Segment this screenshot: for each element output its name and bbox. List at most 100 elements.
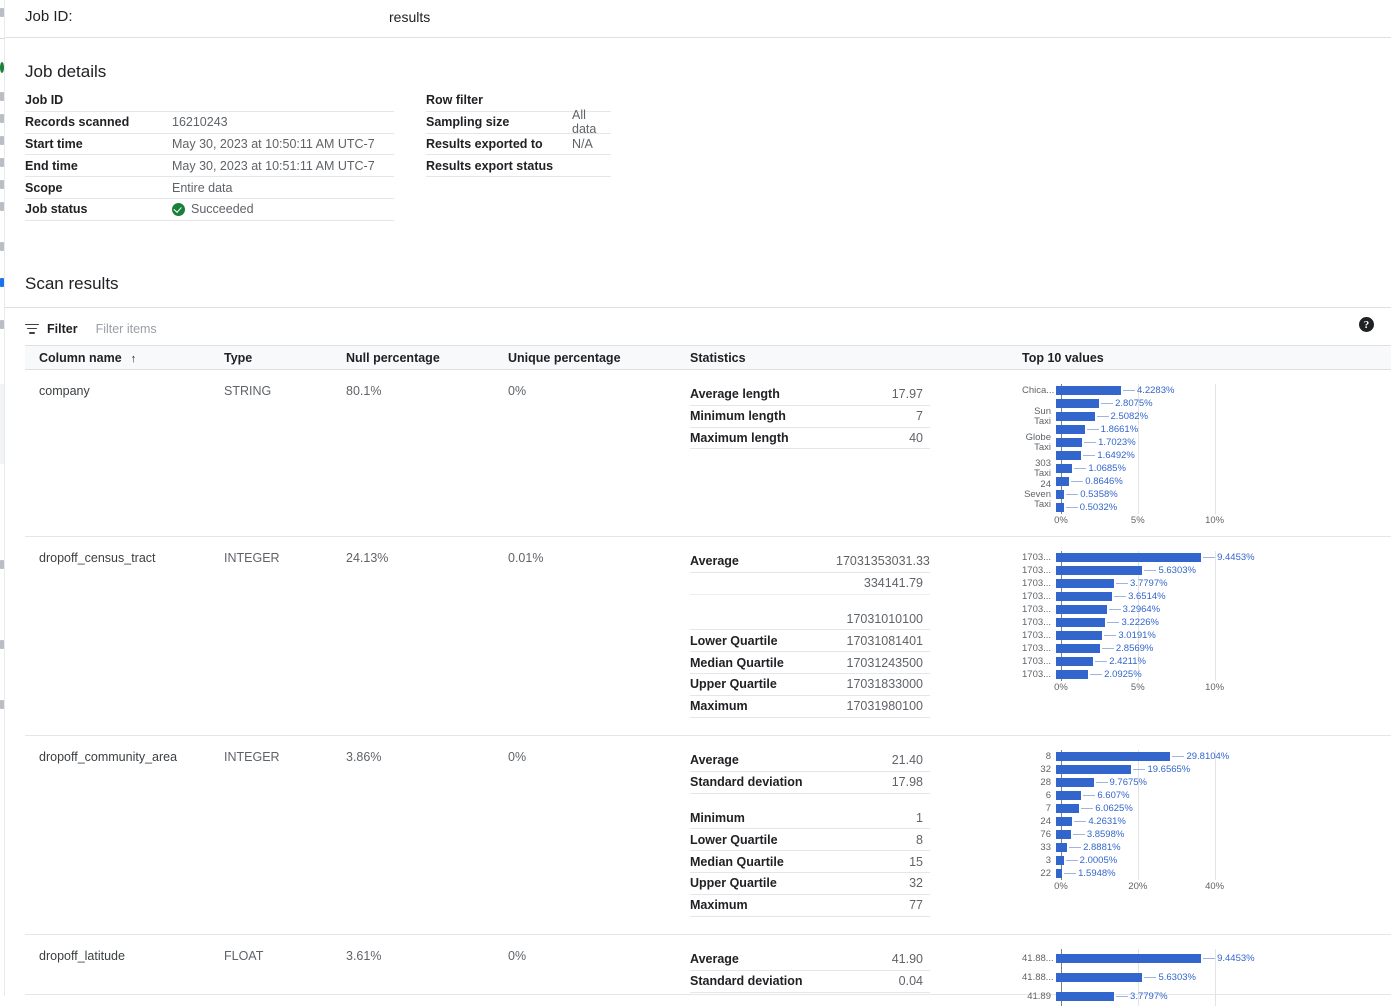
chart-plot-area: 1703...9.4453%1703...5.6303%1703...3.779…	[1022, 551, 1391, 681]
table-header-row: Column name↑ Type Null percentage Unique…	[25, 345, 1391, 370]
chart-x-tick-label: 5%	[1131, 515, 1145, 526]
chart-bar	[1056, 657, 1093, 666]
stat-key: Lower Quartile	[690, 634, 836, 648]
chart-category-label: 7	[1022, 804, 1056, 814]
chart-value-text: 3.2964%	[1123, 604, 1161, 615]
cell-null-percentage: 80.1%	[346, 370, 508, 536]
chart-bar	[1056, 425, 1085, 434]
chart-value-text: 2.8881%	[1083, 842, 1121, 853]
chart-x-tick-label: 40%	[1205, 881, 1224, 892]
column-header-type[interactable]: Type	[224, 351, 346, 365]
chart-category-label: 1703...	[1022, 605, 1056, 615]
job-details-right-table: Row filter Sampling size All data Result…	[426, 90, 611, 177]
cell-unique-percentage: 0%	[508, 736, 690, 934]
chart-bar-row: 1703...5.6303%	[1022, 564, 1391, 577]
detail-row-start-time: Start time May 30, 2023 at 10:50:11 AM U…	[25, 134, 394, 156]
column-header-null-percentage[interactable]: Null percentage	[346, 351, 508, 365]
stat-key: Minimum length	[690, 409, 836, 423]
chart-leader-line	[1095, 661, 1107, 662]
chart-bar-row: 1703... 2.4211%	[1022, 655, 1391, 668]
filter-icon	[25, 323, 39, 335]
stat-key: Average	[690, 554, 836, 568]
filter-button[interactable]: Filter	[25, 322, 78, 336]
job-details-left-table: Job ID Records scanned 16210243 Start ti…	[25, 90, 394, 221]
topbar: Job ID: results	[5, 0, 1391, 38]
chart-value-callout: 3.2964%	[1107, 604, 1161, 615]
stat-value: 17031243500	[836, 656, 928, 670]
chart-plot-area: Chica...4.2283%2.8075%Sun Taxi2.5082%1.8…	[1022, 384, 1391, 514]
chart-category-label: 1703...	[1022, 657, 1056, 667]
table-row[interactable]: company STRING 80.1% 0% Average length17…	[25, 370, 1391, 537]
detail-key: End time	[25, 159, 172, 173]
detail-row-records-scanned: Records scanned 16210243	[25, 112, 394, 134]
chart-x-tick-label: 0%	[1054, 881, 1068, 892]
chart-leader-line	[1107, 622, 1119, 623]
detail-row-sampling-size: Sampling size All data	[426, 112, 611, 134]
detail-key: Results exported to	[426, 137, 572, 151]
stat-value: 17.97	[836, 387, 928, 401]
chart-category-label: 1703...	[1022, 592, 1056, 602]
chart-value-text: 2.0925%	[1104, 669, 1142, 680]
chart-value-text: 2.4211%	[1109, 656, 1146, 667]
column-header-top-10-values[interactable]: Top 10 values	[1022, 351, 1391, 365]
chart-bar	[1056, 791, 1081, 800]
stat-value: 17031081401	[836, 634, 928, 648]
chart-value-callout: 5.6303%	[1142, 565, 1196, 576]
stat-key: Average	[690, 753, 836, 767]
table-row[interactable]: dropoff_census_tract INTEGER 24.13% 0.01…	[25, 537, 1391, 736]
chart-bar	[1056, 804, 1079, 813]
filter-items-input[interactable]	[94, 321, 394, 337]
scan-results-table: Column name↑ Type Null percentage Unique…	[25, 345, 1391, 995]
check-circle-icon	[172, 203, 185, 216]
chart-bar	[1056, 503, 1064, 512]
chart-value-callout: 3.2226%	[1105, 617, 1159, 628]
chart-leader-line	[1071, 481, 1083, 482]
cell-statistics: Average length17.97 Minimum length7 Maxi…	[690, 370, 1022, 536]
chart-bar	[1056, 992, 1114, 1001]
chart-leader-line	[1073, 834, 1085, 835]
cell-type: INTEGER	[224, 736, 346, 934]
chart-value-callout: 0.8646%	[1069, 476, 1123, 487]
table-row[interactable]: dropoff_community_area INTEGER 3.86% 0% …	[25, 736, 1391, 935]
chart-value-text: 3.2226%	[1121, 617, 1159, 628]
column-header-column-name[interactable]: Column name↑	[25, 351, 224, 365]
top-values-bar-chart: 1703...9.4453%1703...5.6303%1703...3.779…	[1022, 551, 1391, 695]
chart-value-callout: 0.5032%	[1064, 502, 1118, 513]
stat-key: Maximum	[690, 898, 836, 912]
chart-bar	[1056, 566, 1142, 575]
cell-top-10-values: 41.88...9.4453%41.88...5.6303%41.893.779…	[1022, 935, 1391, 994]
chart-bar	[1056, 579, 1114, 588]
column-header-unique-percentage[interactable]: Unique percentage	[508, 351, 690, 365]
chart-value-callout: 2.4211%	[1093, 656, 1146, 667]
chart-x-tick-label: 20%	[1128, 881, 1147, 892]
cell-type: STRING	[224, 370, 346, 536]
cell-column-name: dropoff_census_tract	[25, 537, 224, 735]
chart-category-label: 1703...	[1022, 631, 1056, 641]
chart-bar-row: 289.7675%	[1022, 776, 1391, 789]
chart-x-tick-label: 0%	[1054, 515, 1068, 526]
chart-leader-line	[1064, 873, 1076, 874]
chart-category-label: 32	[1022, 765, 1056, 775]
column-header-statistics[interactable]: Statistics	[690, 351, 1022, 365]
chart-bar-row: 1703...2.8569%	[1022, 642, 1391, 655]
table-row[interactable]: dropoff_latitude FLOAT 3.61% 0% Average4…	[25, 935, 1391, 995]
chart-leader-line	[1097, 416, 1109, 417]
chart-bar	[1056, 451, 1081, 460]
chart-value-callout: 6.607%	[1081, 790, 1129, 801]
chart-bar	[1056, 412, 1095, 421]
cell-column-name: dropoff_community_area	[25, 736, 224, 934]
detail-key: Job ID	[25, 93, 172, 107]
stat-key: Median Quartile	[690, 656, 836, 670]
help-icon[interactable]: ?	[1359, 317, 1374, 332]
chart-x-tick-label: 10%	[1205, 515, 1224, 526]
chart-bar	[1056, 618, 1105, 627]
chart-bar-row: 303 Taxi1.0685%	[1022, 462, 1391, 475]
chart-bar	[1056, 631, 1102, 640]
detail-value: All data	[572, 108, 611, 136]
chart-value-text: 4.2283%	[1137, 385, 1175, 396]
chart-bar	[1056, 856, 1064, 865]
chart-value-callout: 0.5358%	[1064, 489, 1118, 500]
detail-value: 16210243	[172, 115, 228, 129]
chart-value-text: 19.6565%	[1147, 764, 1190, 775]
chart-value-text: 6.607%	[1097, 790, 1129, 801]
